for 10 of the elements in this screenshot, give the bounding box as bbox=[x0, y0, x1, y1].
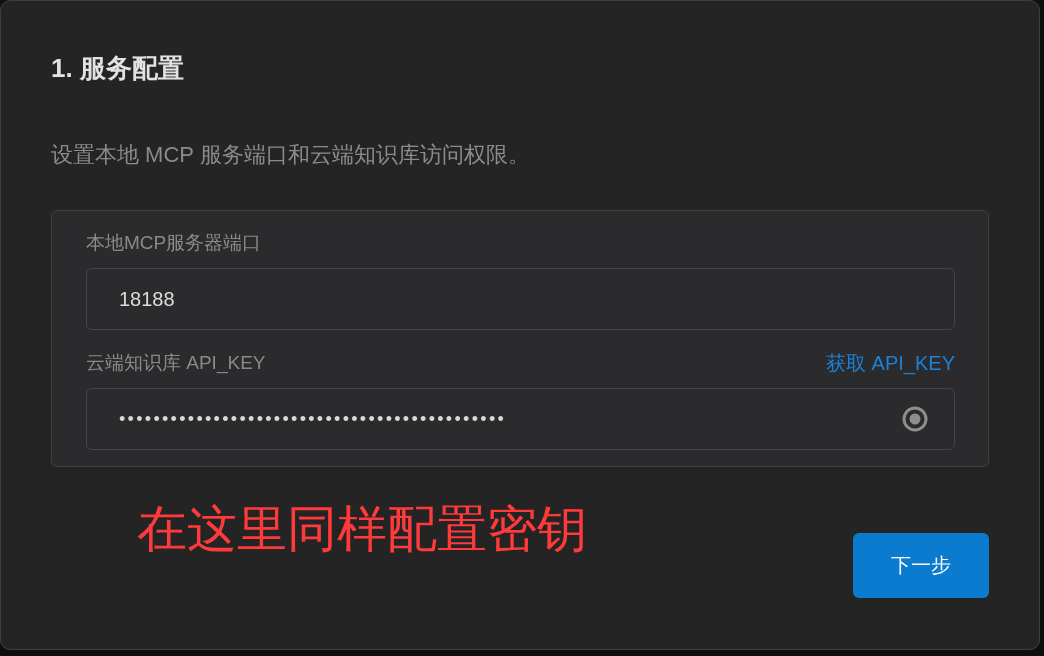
next-button[interactable]: 下一步 bbox=[853, 533, 989, 598]
field-label: 本地MCP服务器端口 bbox=[86, 231, 262, 255]
get-api-key-link[interactable]: 获取 API_KEY bbox=[826, 350, 955, 376]
annotation-text: 在这里同样配置密钥 bbox=[137, 500, 587, 559]
port-field[interactable]: 18188 bbox=[86, 268, 955, 330]
step-description: 设置本地 MCP 服务端口和云端知识库访问权限。 bbox=[51, 141, 531, 169]
field-label: 云端知识库 API_KEY bbox=[86, 351, 266, 376]
eye-icon[interactable] bbox=[902, 406, 928, 432]
step-title: 1. 服务配置 bbox=[51, 52, 185, 85]
api-key-field[interactable]: ••••••••••••••••••••••••••••••••••••••••••••• bbox=[86, 388, 955, 450]
